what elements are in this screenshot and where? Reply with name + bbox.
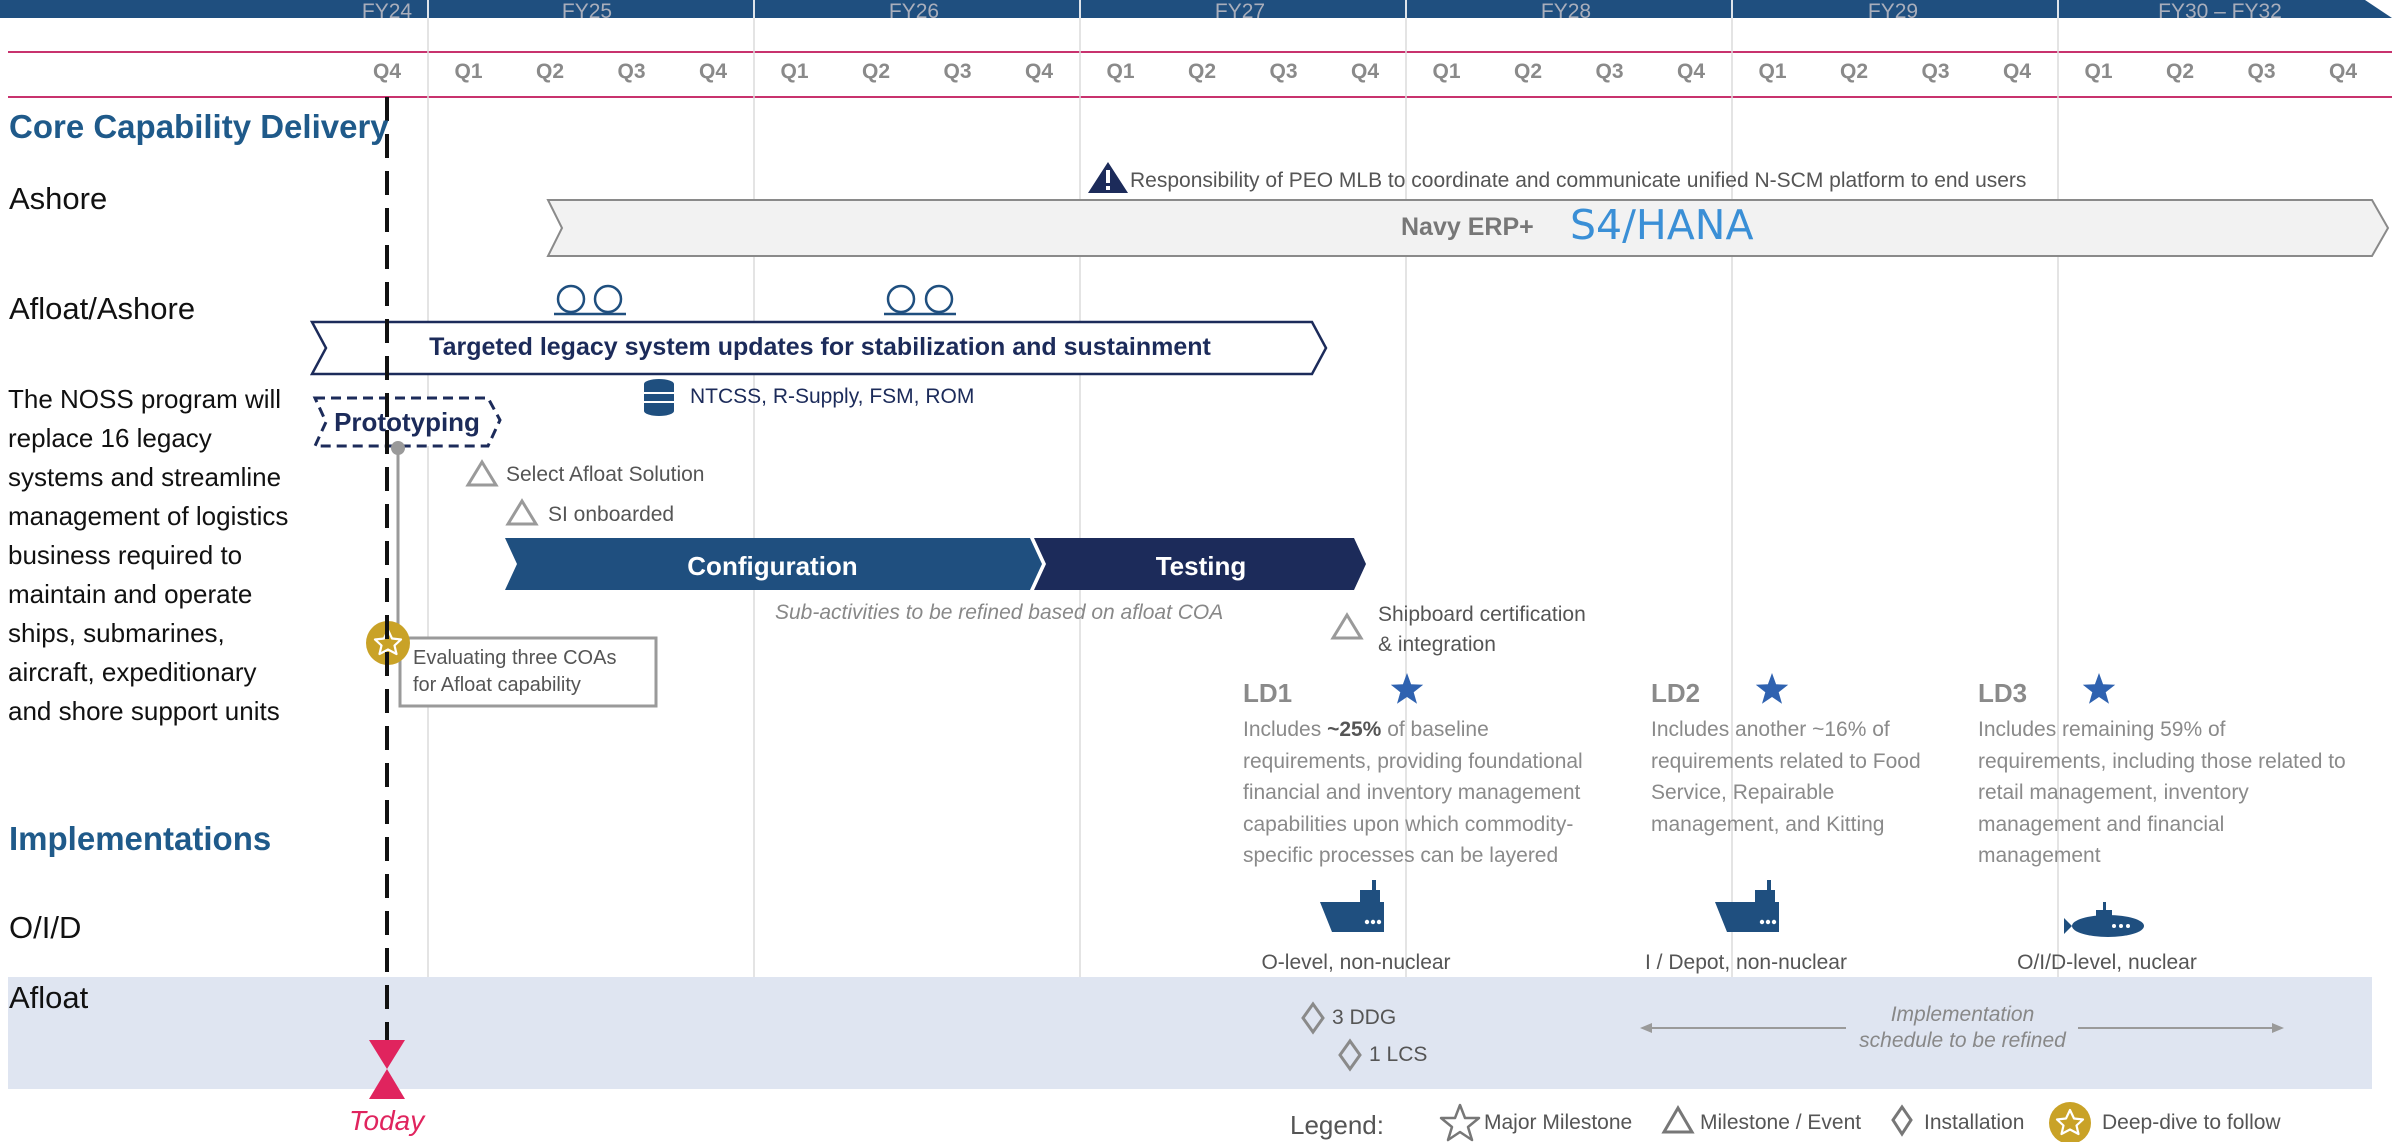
fiscal-year-label: FY24 [361,0,413,23]
ld1-title: LD1 [1243,678,1293,708]
testing-label: Testing [1155,551,1247,581]
quarter-label: Q3 [943,60,972,83]
database-icon [644,379,674,416]
quarter-label: Q1 [2084,60,2113,83]
today-label: Today [349,1105,425,1136]
row-label-afloat: Afloat [9,980,89,1015]
s4hana-label: S4/HANA [1570,201,1754,249]
milestone-icon [1330,612,1364,640]
quarter-label: Q2 [1839,60,1868,83]
milestone-shipboard-line2: & integration [1378,633,1496,656]
milestone-select-afloat: Select Afloat Solution [506,463,705,486]
legend-milestone-icon [1661,1105,1695,1134]
quarter-label: Q4 [372,60,401,83]
quarter-label: Q4 [1024,60,1053,83]
quarter-label: Q3 [617,60,646,83]
quarter-label: Q1 [1758,60,1787,83]
legend-milestone: Milestone / Event [1700,1111,1862,1134]
submarine-icon [2064,902,2144,937]
ld2-title: LD2 [1651,678,1701,708]
quarter-label: Q3 [2247,60,2276,83]
prototyping-label: Prototyping [334,407,480,437]
major-milestone-star-icon [2082,673,2116,704]
legend-major-icon [1439,1103,1481,1142]
quarter-label: Q4 [2002,60,2031,83]
quarter-label: Q3 [1269,60,1298,83]
milestone-si-onboarded: SI onboarded [548,503,675,526]
fiscal-year-label: FY29 [1867,0,1919,23]
configuration-label: Configuration [687,551,858,581]
legend-installation-icon [1891,1104,1913,1137]
installation-lcs: 1 LCS [1369,1043,1428,1066]
sub-activities-note: Sub-activities to be refined based on af… [775,601,1224,624]
quarter-label: Q1 [454,60,483,83]
quarter-label: Q3 [1921,60,1950,83]
quarter-label: Q2 [1187,60,1216,83]
legend-deepdive-icon [2049,1102,2091,1142]
row-label-ashore: Ashore [9,181,108,216]
fiscal-year-label: FY27 [1214,0,1266,23]
warning-icon [1088,162,1128,193]
quarter-label: Q4 [1676,60,1705,83]
legend-installation: Installation [1924,1111,2025,1134]
legacy-systems-note: NTCSS, R-Supply, FSM, ROM [690,385,975,408]
legacy-bar-label: Targeted legacy system updates for stabi… [429,333,1211,361]
major-milestone-star-icon [1755,673,1789,704]
legend-major: Major Milestone [1484,1111,1633,1134]
fiscal-year-label: FY26 [888,0,940,23]
warning-note: Responsibility of PEO MLB to coordinate … [1130,169,2027,192]
impl-schedule-line2: schedule to be refined [1859,1029,2066,1052]
ld3-description: Includes remaining 59% of requirements, … [1978,718,2346,867]
row-label-oid: O/I/D [9,910,82,945]
quarter-label: Q4 [2328,60,2357,83]
major-milestone-star-icon [1390,673,1424,704]
quarter-label: Q2 [1513,60,1542,83]
section-implementations-title: Implementations [9,820,272,857]
ld1-description: Includes ~25% of baseline requirements, … [1243,718,1583,867]
iteration-icon [554,284,956,316]
impl-label-ld2: I / Depot, non-nuclear [1645,951,1847,974]
quarter-label: Q1 [780,60,809,83]
milestone-shipboard-line1: Shipboard certification [1378,603,1586,626]
coa-line2: for Afloat capability [413,674,581,696]
fiscal-year-label: FY28 [1540,0,1592,23]
program-description: The NOSS program will replace 16 legacy … [8,384,289,726]
ship-icon [1320,880,1384,932]
impl-schedule-line1: Implementation [1890,1003,2035,1026]
quarter-label: Q1 [1432,60,1461,83]
impl-label-ld1: O-level, non-nuclear [1261,951,1451,974]
fiscal-year-label: FY25 [561,0,613,23]
legend-title: Legend: [1290,1110,1384,1140]
ld2-description: Includes another ~16% of requirements re… [1651,718,1921,836]
quarter-label: Q4 [698,60,727,83]
coa-line1: Evaluating three COAs [413,647,617,669]
section-core-title: Core Capability Delivery [9,108,389,145]
milestone-icon [505,498,539,526]
installation-ddg: 3 DDG [1332,1006,1397,1029]
quarter-label: Q2 [2165,60,2194,83]
fiscal-year-label: FY30 – FY32 [2158,0,2282,23]
navy-erp-label: Navy ERP+ [1401,213,1534,241]
ship-icon [1715,880,1779,932]
quarter-label: Q4 [1350,60,1379,83]
milestone-icon [465,459,499,487]
row-label-afloat-ashore: Afloat/Ashore [9,291,196,326]
quarter-label: Q2 [861,60,890,83]
quarter-label: Q3 [1595,60,1624,83]
quarter-label: Q1 [1106,60,1135,83]
legend-deepdive: Deep-dive to follow [2102,1111,2281,1134]
ld3-title: LD3 [1978,678,2028,708]
impl-label-ld3: O/I/D-level, nuclear [2017,951,2197,974]
quarter-label: Q2 [535,60,564,83]
